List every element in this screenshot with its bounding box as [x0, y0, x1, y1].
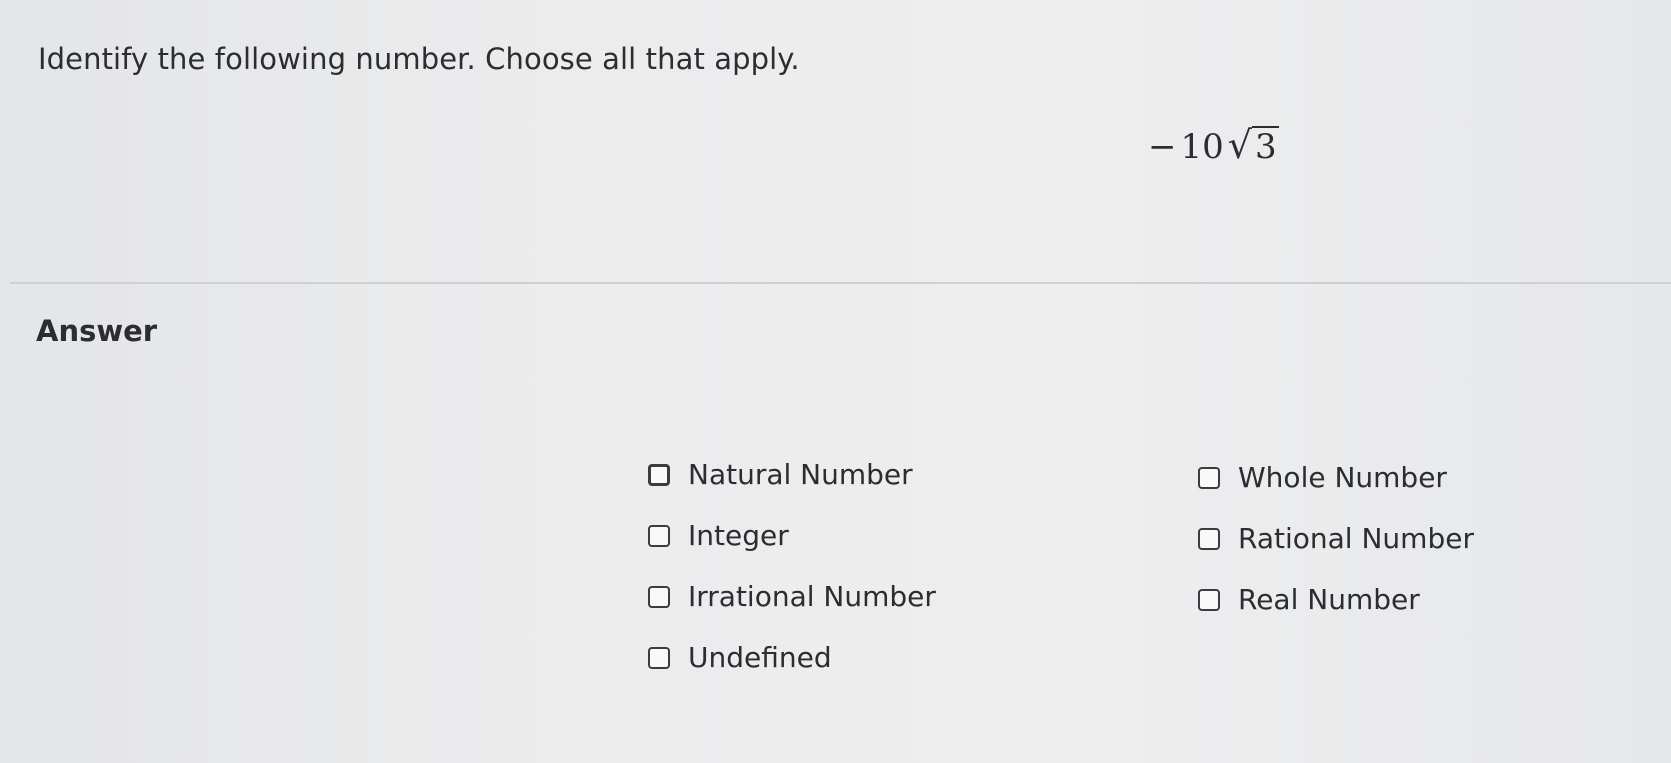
answer-options: Natural Number Whole Number Integer Rati…: [648, 458, 1548, 698]
option-label: Natural Number: [688, 458, 913, 491]
checkbox[interactable]: [648, 463, 670, 486]
option-real-number[interactable]: Real Number: [1198, 583, 1420, 616]
option-label: Integer: [688, 519, 789, 552]
option-label: Undefined: [688, 641, 832, 674]
question-prompt: Identify the following number. Choose al…: [38, 42, 800, 76]
option-irrational-number[interactable]: Irrational Number: [648, 580, 936, 613]
checkbox[interactable]: [1198, 466, 1220, 489]
option-natural-number[interactable]: Natural Number: [648, 458, 913, 491]
option-whole-number[interactable]: Whole Number: [1198, 461, 1447, 494]
option-label: Irrational Number: [688, 580, 936, 613]
option-undefined[interactable]: Undefined: [648, 641, 832, 674]
question-panel: Identify the following number. Choose al…: [10, 0, 1671, 284]
expression-coefficient: 10: [1180, 127, 1224, 167]
radicand: 3: [1251, 126, 1279, 164]
checkbox[interactable]: [648, 524, 670, 547]
expression-sign: −: [1148, 127, 1177, 167]
option-label: Whole Number: [1238, 461, 1447, 494]
quiz-page: Identify the following number. Choose al…: [0, 0, 1671, 763]
checkbox[interactable]: [648, 646, 670, 669]
square-root: √ 3: [1228, 126, 1279, 164]
checkbox[interactable]: [1198, 527, 1220, 550]
checkbox[interactable]: [648, 585, 670, 608]
option-label: Rational Number: [1238, 522, 1474, 555]
answer-heading: Answer: [36, 314, 158, 348]
option-integer[interactable]: Integer: [648, 519, 789, 552]
option-rational-number[interactable]: Rational Number: [1198, 522, 1474, 555]
radical-symbol: √: [1227, 123, 1252, 167]
checkbox[interactable]: [1198, 588, 1220, 611]
math-expression: − 10 √ 3: [1148, 126, 1279, 167]
option-label: Real Number: [1238, 583, 1420, 616]
